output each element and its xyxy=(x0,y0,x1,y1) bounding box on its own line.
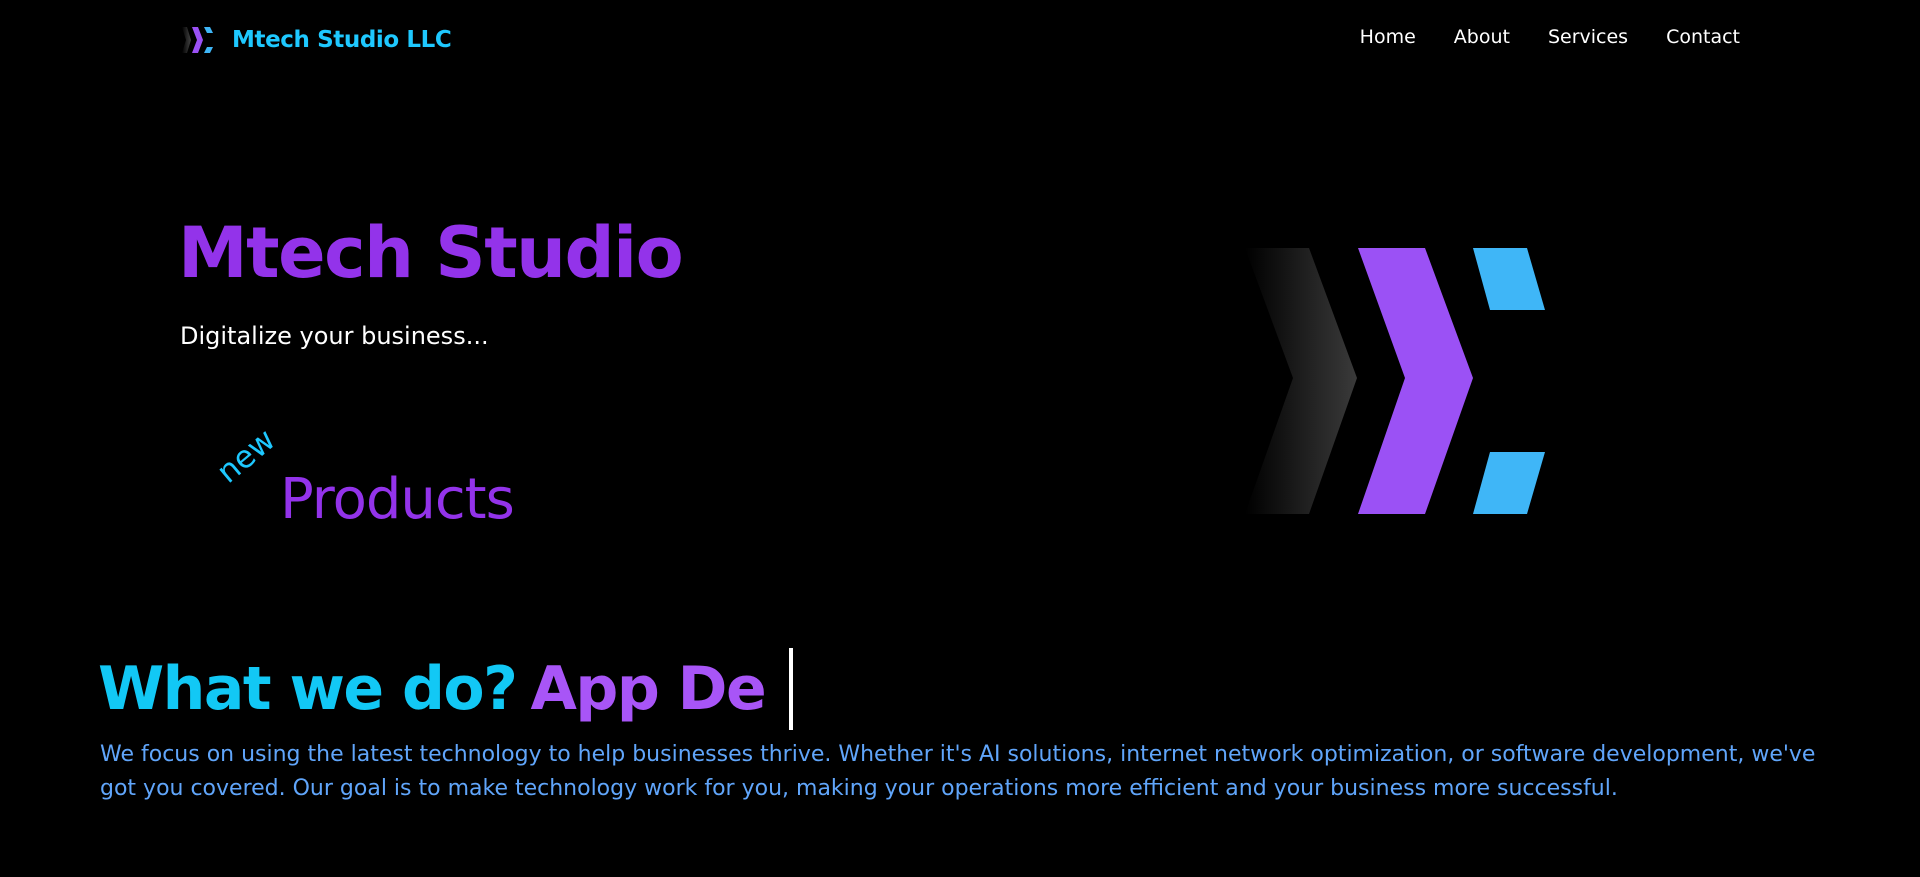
nav-contact-link[interactable]: Contact xyxy=(1666,26,1740,48)
nav-services-link[interactable]: Services xyxy=(1548,26,1628,48)
brand-logo-icon xyxy=(182,27,213,53)
products-link[interactable]: Products xyxy=(280,472,515,528)
typed-service-text: App De xyxy=(530,654,766,724)
what-we-do-description: We focus on using the latest technology … xyxy=(100,742,1816,801)
hero-subtitle: Digitalize your business... xyxy=(180,322,489,350)
nav-home-link[interactable]: Home xyxy=(1360,26,1416,48)
main-nav: Home About Services Contact xyxy=(1322,26,1740,48)
site-header: Mtech Studio LLC Home About Services Con… xyxy=(0,0,1920,80)
brand[interactable]: Mtech Studio LLC xyxy=(182,24,452,56)
what-we-do-heading-row: What we do? App De xyxy=(98,648,794,730)
new-badge: new xyxy=(210,421,283,491)
what-we-do-heading: What we do? xyxy=(98,654,518,724)
mtech-chevron-logo-icon xyxy=(1245,248,1545,514)
typing-cursor xyxy=(789,648,794,730)
brand-name: Mtech Studio LLC xyxy=(232,27,452,53)
hero-title: Mtech Studio xyxy=(178,212,684,294)
nav-about-link[interactable]: About xyxy=(1454,26,1510,48)
